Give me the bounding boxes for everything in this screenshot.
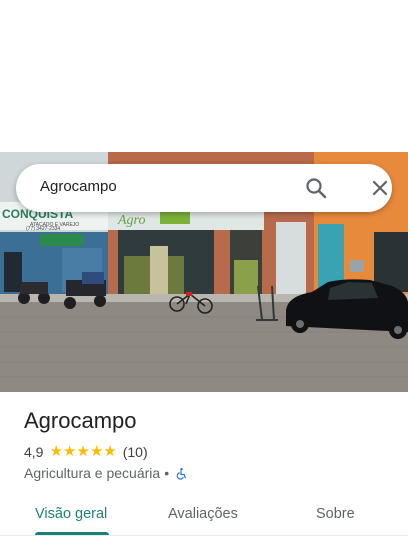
review-count[interactable]: (10): [123, 444, 148, 460]
tab-visao-geral[interactable]: Visão geral: [35, 506, 107, 522]
place-tabs: Visão geral Avaliações Sobre: [0, 494, 408, 538]
sign-left-phone: (77) 3427-2334: [26, 226, 60, 232]
blank-header-area: [0, 0, 408, 152]
close-icon[interactable]: [366, 174, 394, 202]
star-rating: ★ ★ ★ ★ ★: [49, 443, 117, 460]
category-row: Agricultura e pecuária •: [24, 465, 188, 481]
sign-center-text: Agro: [117, 213, 145, 228]
search-query-text[interactable]: Agrocampo: [40, 178, 117, 195]
star-icon: ★: [76, 443, 90, 460]
star-icon: ★: [62, 443, 77, 460]
star-icon: ★: [103, 443, 117, 460]
rating-value: 4,9: [24, 444, 44, 460]
rating-row[interactable]: 4,9 ★ ★ ★ ★ ★ (10): [24, 444, 148, 460]
search-icon[interactable]: [302, 174, 330, 202]
star-icon: ★: [89, 443, 104, 460]
search-bar[interactable]: Agrocampo: [16, 164, 392, 212]
tab-divider: [0, 535, 408, 536]
wheelchair-icon: [176, 467, 186, 480]
separator-dot: •: [164, 465, 170, 481]
tab-avaliacoes[interactable]: Avaliações: [168, 506, 238, 522]
star-icon: ★: [49, 443, 63, 460]
place-category: Agricultura e pecuária: [24, 465, 161, 481]
tab-sobre[interactable]: Sobre: [316, 506, 355, 522]
place-name: Agrocampo: [24, 408, 137, 433]
